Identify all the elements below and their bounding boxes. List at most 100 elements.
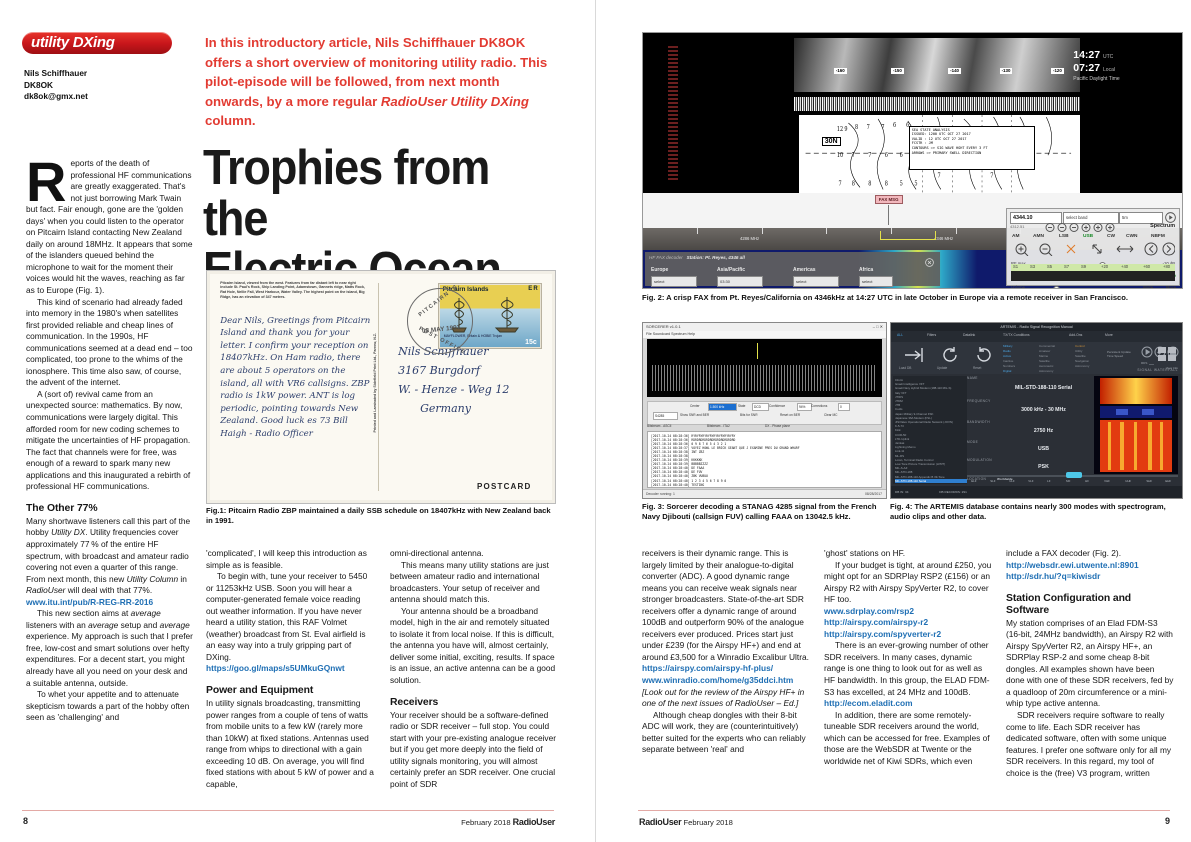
tab-more[interactable]: More [1105,333,1113,337]
asia-pacific-select[interactable]: 03:30 [717,276,763,287]
checkbox-clear-mc[interactable]: Clear MC [824,413,837,417]
svg-text:10: 10 [837,152,844,159]
mode-amn[interactable]: AMN [1033,234,1044,239]
window-controls[interactable]: – □ ✕ [873,323,883,331]
link-goo-gl-maps[interactable]: https://goo.gl/maps/s5UMkuGQnwt [206,663,374,675]
headline-line-1: Trophies from the [203,141,490,246]
play-icon[interactable] [1165,212,1176,223]
tab-phase-plane[interactable]: DX - Phase plane [765,424,790,428]
link-eladit[interactable]: http://ecom.eladit.com [824,698,992,710]
tab-ascii[interactable]: Bitstream - ASCII [647,424,671,428]
signal-list[interactable]: Inform Israeli Intelligence VFT Israeli … [893,376,967,484]
link-itu[interactable]: www.itu.int/pub/R-REG-RR-2016 [26,597,194,609]
window-title: SORCERER v1.0.1 [646,324,681,329]
spectrum-display[interactable] [647,339,882,397]
americas-select[interactable]: select [793,276,839,287]
svg-text:8: 8 [869,181,873,188]
filter-navigation[interactable]: Navigation [1075,359,1089,363]
center-value[interactable]: 1.500 kHz [708,403,737,411]
close-icon[interactable] [925,258,934,267]
persistent-update-label: Persistent Update Time Speed [1107,350,1131,358]
ribbon-tabs[interactable]: ALL Filters Datalink TX/TX Conditions Ad… [891,331,1182,342]
mute-button[interactable]: Mute [1143,285,1153,288]
reset-label: Reset [973,366,982,370]
filter-inactive[interactable]: Inactive [1003,359,1013,363]
reset-icon[interactable] [975,346,993,364]
more-info-icon[interactable] [1158,347,1176,361]
band-slider-knob[interactable] [1066,472,1083,478]
caption-fig3: Fig. 3: Sorcerer decoding a STANAG 4285 … [642,502,877,521]
band-slider[interactable]: ELF SLF ULF VLF LF MF HF VHF UHF SHF EHF [967,472,1178,484]
filter-astronomy-2[interactable]: Astronomy [1075,364,1089,368]
magazine-spread: utility DXing Nils Schiffhauer DK8OK dk8… [0,0,1191,842]
mode-lsb[interactable]: LSB [1059,234,1069,239]
update-icon[interactable] [941,346,959,364]
mode-nbfm[interactable]: NBFM [1151,234,1165,239]
filter-satellite-2[interactable]: Satellite [1075,354,1086,358]
decoder-output[interactable]: [2017-10-24 08:28:36] RYRYRYRYRYRYRYRYRY… [647,431,882,488]
checkbox-snr-ber[interactable]: Show SNR and BER [680,413,709,417]
tab-datalink[interactable]: Datalink [963,333,975,337]
drop-cap: R [26,150,67,213]
filter-digital[interactable]: Digital [1003,369,1011,373]
link-kiwisdr[interactable]: http://sdr.hu/?q=kiwisdr [1006,571,1174,583]
tab-filters[interactable]: Filters [927,333,936,337]
filter-control[interactable]: Control [1075,344,1085,348]
link-airspy-r2[interactable]: http://airspy.com/airspy-r2 [824,617,992,629]
filter-commercial[interactable]: Commercial [1039,344,1055,348]
figure-fax-screenshot: -160 -150 -140 -130 -120 12 9 8 7 7 6 10… [642,32,1183,289]
filter-active[interactable]: Active [1003,354,1011,358]
figure-artemis-screenshot: ARTEMIS - Radio Signal Recognition Manua… [890,322,1183,499]
menu-bar[interactable]: File Soundcard Spectrum Help [643,331,886,338]
tab-addons[interactable]: Add-Ons [1069,333,1082,337]
state-value: DCD [752,403,769,411]
figure-postcard: Pitcairn Island, viewed from the west. F… [206,270,556,504]
filter-astronomy[interactable]: Astronomy [1039,369,1053,373]
list-item[interactable]: MIL-STD-188-110 Serial [895,483,967,484]
tab-tx-conditions[interactable]: TX/TX Conditions [1003,333,1030,337]
volume-knob[interactable] [1053,285,1060,288]
postcard-handwriting: Dear Nils, Greetings from Pitcairn Islan… [220,315,371,440]
filter-marine[interactable]: Marine [1039,354,1048,358]
load-db-icon[interactable] [903,346,925,364]
filter-amateur[interactable]: Amateur [1039,349,1050,353]
postcard-address: Nils Schiffhauer 3167 Burgdorf W. - Henz… [398,342,542,418]
filter-utility[interactable]: Utility [1075,349,1082,353]
s-tick: S7 [1064,264,1070,269]
mode-cw[interactable]: CW [1107,234,1115,239]
checkbox-bits-snr[interactable]: Bits for SNR [740,413,758,417]
decoder-tabs[interactable]: Bitstream - ASCII Bitstream - ITA2 DX - … [647,424,882,430]
link-winradio[interactable]: www.winradio.com/home/g35ddci.htm [642,675,810,687]
europe-select[interactable]: select [651,276,697,287]
more-button[interactable]: More [1166,285,1176,288]
figure-sorcerer-screenshot: SORCERER v1.0.1 – □ ✕ File Soundcard Spe… [642,322,887,499]
filter-radio[interactable]: Radio [1003,349,1011,353]
tab-ita2[interactable]: Bitstream - ITA2 [707,424,730,428]
detail-key-name: NAME [967,376,978,380]
link-websdr-twente[interactable]: http://websdr.ewi.utwente.nl:8901 [1006,560,1174,572]
checkbox-reset-ber[interactable]: Reset on BER [780,413,800,417]
link-sdrplay[interactable]: www.sdrplay.com/rsp2 [824,606,992,618]
mode-value[interactable]: S4285 [653,412,678,420]
filter-numbers[interactable]: Numbers [1003,364,1015,368]
zoom-steps-icons[interactable] [1045,223,1123,232]
rds-slider[interactable] [1149,364,1154,365]
page-gutter [595,0,596,842]
receiver-toolbar-icons[interactable] [1011,242,1175,256]
africa-select[interactable]: select [859,276,893,287]
filter-aeronautic[interactable]: Aeronautic [1039,364,1053,368]
s-tick: +60 [1143,264,1151,269]
tab-all[interactable]: ALL [897,333,903,337]
svg-text:7: 7 [852,152,856,159]
volume-slider[interactable] [1041,288,1127,289]
link-spyverter-r2[interactable]: http://airspy.com/spyverter-r2 [824,629,992,641]
mode-am[interactable]: AM [1012,234,1019,239]
filter-satellite[interactable]: Satellite [1039,359,1050,363]
magazine-name: RadioUser [512,817,556,827]
mode-cwn[interactable]: CWN [1126,234,1137,239]
paragraph: omni-directional antenna. [390,548,484,558]
fax-selection-bracket[interactable] [880,231,937,240]
link-airspy-hf-plus[interactable]: https://airspy.com/airspy-hf-plus/ [642,663,810,675]
filter-military[interactable]: Military [1003,344,1013,348]
mode-usb[interactable]: USB [1083,234,1093,239]
